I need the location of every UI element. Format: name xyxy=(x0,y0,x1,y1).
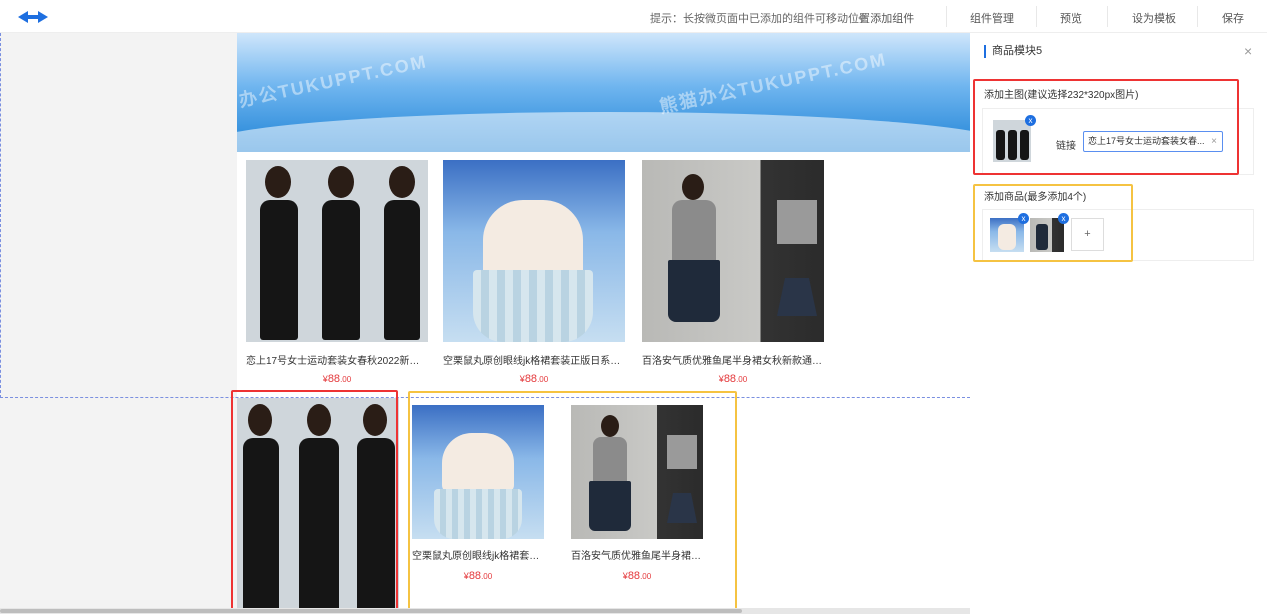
add-products-highlight xyxy=(973,184,1133,262)
watermark-text: 办公TUKUPPT.COM xyxy=(237,51,430,111)
divider xyxy=(1107,6,1108,27)
module-outline xyxy=(0,33,1,398)
product-title: 空栗鼠丸原创眼线jk格裙套装正版日系学院... xyxy=(443,356,625,367)
model-head xyxy=(265,166,291,198)
model-head xyxy=(328,166,354,198)
product-image[interactable] xyxy=(443,160,625,342)
model-head xyxy=(682,174,704,200)
editor-canvas: 办公TUKUPPT.COM 熊猫办公TUKUPPT.COM 恋上17号女士运动套… xyxy=(0,33,970,614)
add-component-label: 添加组件 xyxy=(870,13,915,25)
horizontal-scrollbar[interactable] xyxy=(0,608,970,614)
product-card[interactable]: 空栗鼠丸原创眼线jk格裙套装正版日系学院... ¥88.00 xyxy=(443,160,625,385)
logo-icon[interactable] xyxy=(16,9,50,25)
add-component-button[interactable]: ✥ 添加组件 xyxy=(858,10,914,26)
products-highlight xyxy=(408,391,737,614)
blouse-shape xyxy=(483,200,583,280)
product-card[interactable]: 百洛安气质优雅鱼尾半身裙女秋新款通勤... ¥88.00 xyxy=(642,160,824,385)
watermark-text: 熊猫办公TUKUPPT.COM xyxy=(657,49,889,117)
divider xyxy=(1036,6,1037,27)
banner-image[interactable]: 办公TUKUPPT.COM 熊猫办公TUKUPPT.COM xyxy=(237,33,970,152)
model-figure xyxy=(322,200,360,340)
sweater-thumbnail xyxy=(777,200,817,244)
skirt-shape xyxy=(473,270,593,342)
main-image-highlight xyxy=(231,390,398,614)
panel-title: 商品模块5 xyxy=(984,45,1042,58)
product-price: ¥88.00 xyxy=(322,373,352,385)
product-price: ¥88.00 xyxy=(718,373,748,385)
component-manage-button[interactable]: 组件管理 xyxy=(970,10,1014,26)
divider xyxy=(946,6,947,27)
preview-button[interactable]: 预览 xyxy=(1060,10,1082,26)
close-icon[interactable]: × xyxy=(1244,43,1252,59)
divider xyxy=(1197,6,1198,27)
model-figure xyxy=(384,200,420,340)
banner-wave xyxy=(237,112,970,152)
product-price: ¥88.00 xyxy=(519,373,549,385)
sweater-shape xyxy=(672,200,716,262)
skirt-thumbnail xyxy=(777,278,817,316)
product-card[interactable]: 恋上17号女士运动套装女春秋2022新款洋... ¥88.00 xyxy=(246,160,428,385)
save-button[interactable]: 保存 xyxy=(1222,10,1244,26)
product-image[interactable] xyxy=(642,160,824,342)
settings-panel: 商品模块5 × 添加主图(建议选择232*320px图片) x 链接 恋上17号… xyxy=(970,33,1267,614)
product-image[interactable] xyxy=(246,160,428,342)
top-bar: 提示：长按微页面中已添加的组件可移动位置 ✥ 添加组件 组件管理 预览 设为模板… xyxy=(0,0,1267,33)
set-template-button[interactable]: 设为模板 xyxy=(1132,10,1176,26)
skirt-shape xyxy=(668,260,720,322)
scrollbar-thumb[interactable] xyxy=(0,609,742,613)
product-title: 恋上17号女士运动套装女春秋2022新款洋... xyxy=(246,356,428,367)
product-title: 百洛安气质优雅鱼尾半身裙女秋新款通勤... xyxy=(642,356,824,367)
puzzle-icon: ✥ xyxy=(858,13,871,25)
main-image-section-highlight xyxy=(973,79,1239,175)
model-figure xyxy=(260,200,298,340)
hint-text: 提示：长按微页面中已添加的组件可移动位置 xyxy=(650,13,870,25)
model-head xyxy=(389,166,415,198)
